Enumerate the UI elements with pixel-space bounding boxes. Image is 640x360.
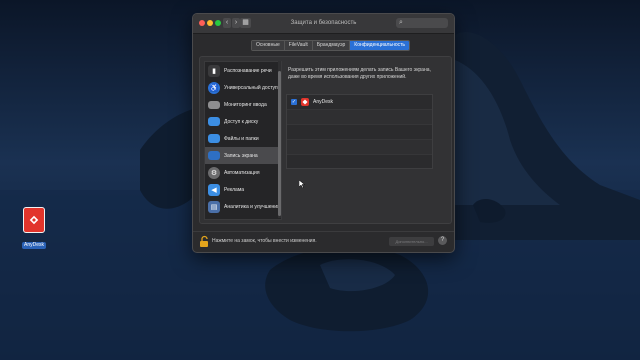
sidebar-item-input-monitoring[interactable]: Мониторинг ввода	[205, 96, 281, 113]
sidebar-item-label: Аналитика и улучшения	[224, 203, 280, 210]
app-list: ✓ AnyDesk	[286, 94, 433, 169]
list-item-anydesk[interactable]: ✓ AnyDesk	[287, 95, 432, 110]
desktop-icon-label: AnyDesk	[22, 242, 47, 249]
sidebar-item-label: Мониторинг ввода	[224, 101, 267, 108]
sidebar-item-label: Запись экрана	[224, 152, 258, 159]
speech-recognition-icon: ▮	[208, 64, 220, 77]
sidebar-item-label: Реклама	[224, 186, 245, 193]
tab-filevault[interactable]: FileVault	[284, 41, 313, 50]
minimize-button[interactable]	[207, 20, 213, 26]
sidebar-item-speech-recognition[interactable]: ▮ Распознавание речи	[205, 62, 281, 79]
zoom-button[interactable]	[215, 20, 221, 26]
analytics-icon: ▤	[208, 200, 220, 213]
window-titlebar: ‹ › ▦ Защита и безопасность ⌕	[193, 14, 454, 34]
lock-bar: Нажмите на замок, чтобы внести изменения…	[193, 231, 454, 252]
sidebar-item-automation[interactable]: ⚙ Автоматизация	[205, 164, 281, 181]
sidebar-scrollbar[interactable]	[278, 61, 281, 218]
back-button[interactable]: ‹	[223, 18, 231, 28]
search-icon: ⌕	[399, 19, 403, 26]
folder-icon	[208, 134, 220, 143]
lock-instruction: Нажмите на замок, чтобы внести изменения…	[212, 238, 317, 244]
sidebar-item-advertising[interactable]: ◀ Реклама	[205, 181, 281, 198]
sidebar-item-screen-recording[interactable]: Запись экрана	[205, 147, 281, 164]
window-title: Защита и безопасность	[290, 20, 357, 26]
tab-bar: Основные FileVault Брандмауэр Конфиденци…	[251, 40, 411, 51]
tab-general[interactable]: Основные	[252, 41, 285, 50]
screen-recording-panel: Разрешить этим приложениям делать запись…	[286, 61, 445, 218]
scrollbar-thumb[interactable]	[278, 71, 281, 216]
accessibility-icon: ♿	[208, 81, 220, 94]
list-item-empty	[287, 140, 432, 155]
sidebar-item-analytics[interactable]: ▤ Аналитика и улучшения	[205, 198, 281, 215]
list-item-empty	[287, 155, 432, 169]
list-item-empty	[287, 110, 432, 125]
show-all-grid-icon[interactable]: ▦	[240, 18, 251, 28]
sidebar-item-label: Распознавание речи	[224, 67, 272, 74]
screen-recording-icon	[208, 151, 220, 160]
privacy-pane: ▮ Распознавание речи ♿ Универсальный дос…	[199, 56, 452, 224]
sidebar-item-label: Автоматизация	[224, 169, 260, 176]
close-button[interactable]	[199, 20, 205, 26]
permission-description: Разрешить этим приложениям делать запись…	[288, 67, 431, 80]
help-button[interactable]: ?	[438, 236, 447, 245]
search-field[interactable]: ⌕	[396, 18, 448, 28]
advanced-button[interactable]: Дополнительно...	[389, 237, 434, 246]
sidebar-item-label: Файлы и папки	[224, 135, 259, 142]
lock-icon[interactable]	[199, 235, 209, 248]
folder-icon	[208, 117, 220, 126]
anydesk-app-icon	[23, 207, 45, 233]
anydesk-app-icon	[301, 98, 309, 106]
mouse-cursor-icon	[299, 180, 305, 188]
sidebar-item-accessibility[interactable]: ♿ Универсальный доступ	[205, 79, 281, 96]
forward-button[interactable]: ›	[232, 18, 240, 28]
sidebar-item-disk-access[interactable]: Доступ к диску	[205, 113, 281, 130]
sidebar-item-label: Доступ к диску	[224, 118, 259, 125]
privacy-sidebar: ▮ Распознавание речи ♿ Универсальный дос…	[204, 61, 282, 220]
sidebar-item-files-folders[interactable]: Файлы и папки	[205, 130, 281, 147]
tab-firewall[interactable]: Брандмауэр	[312, 41, 351, 50]
list-item-empty	[287, 125, 432, 140]
sidebar-item-label: Универсальный доступ	[224, 84, 278, 91]
gear-icon: ⚙	[208, 166, 220, 179]
security-privacy-window: ‹ › ▦ Защита и безопасность ⌕ Основные F…	[192, 13, 455, 253]
megaphone-icon: ◀	[208, 183, 220, 196]
keyboard-icon	[208, 100, 220, 109]
app-name: AnyDesk	[313, 99, 334, 105]
anydesk-desktop-icon[interactable]: AnyDesk	[22, 207, 47, 251]
anydesk-checkbox[interactable]: ✓	[291, 99, 297, 105]
tab-privacy[interactable]: Конфиденциальность	[350, 41, 410, 50]
